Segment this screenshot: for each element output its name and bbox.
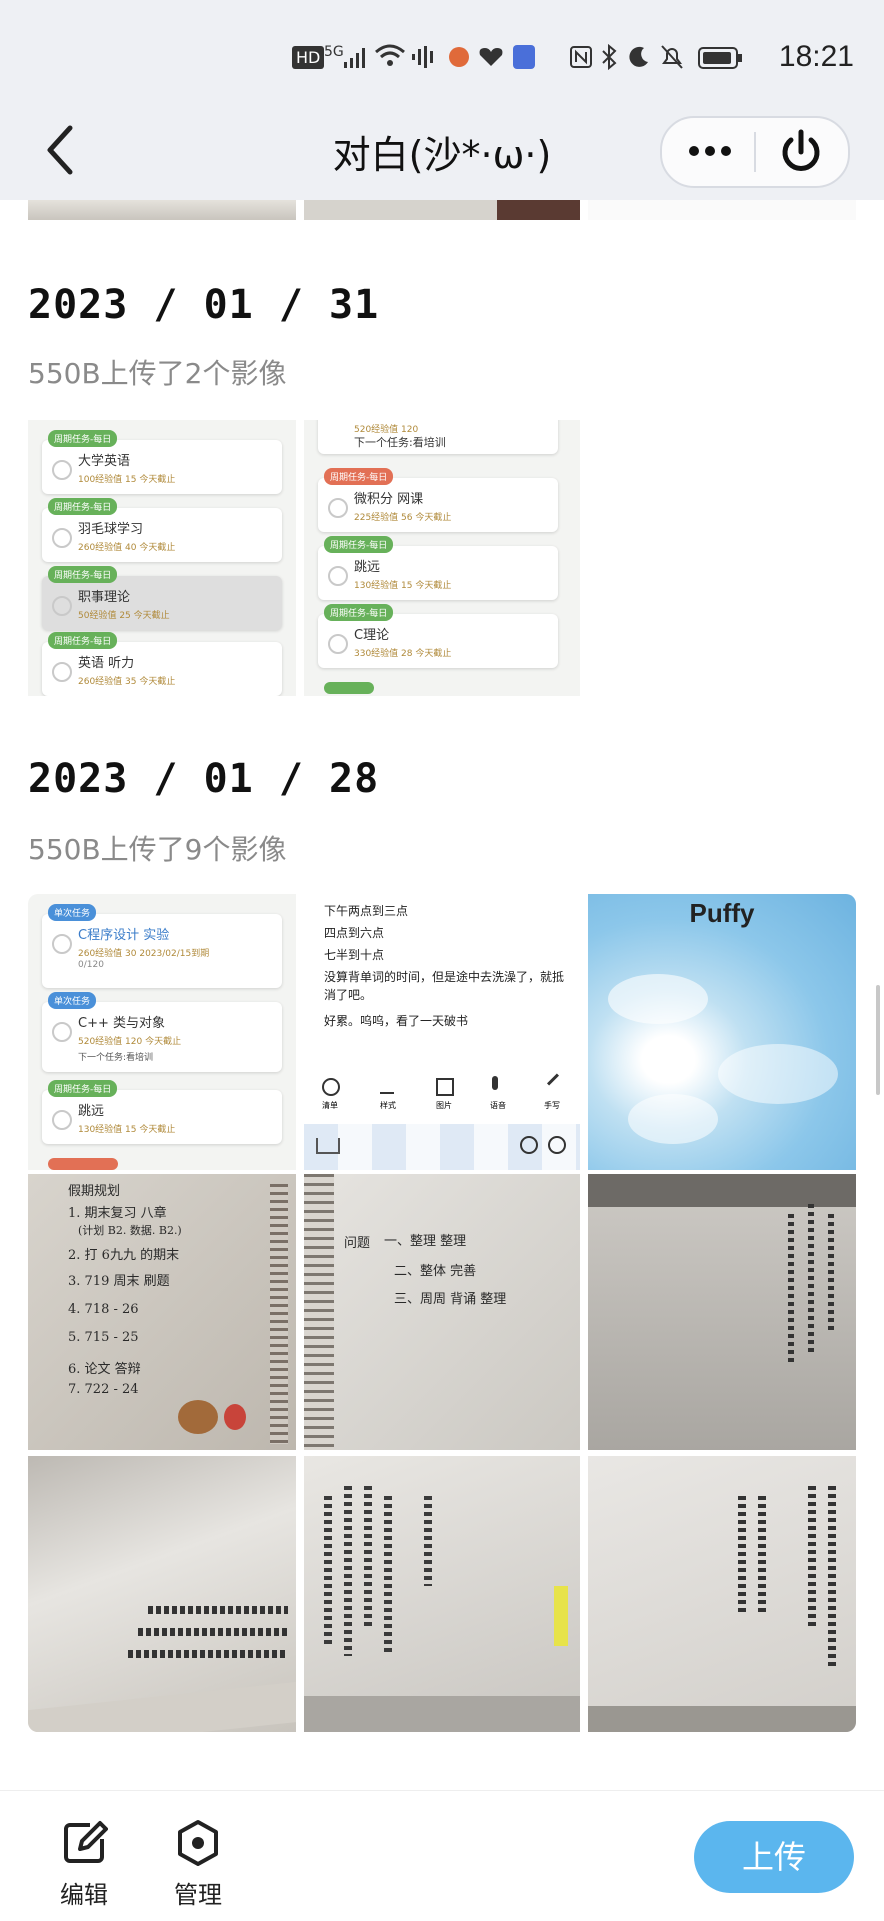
nfc-icon xyxy=(570,46,592,68)
task-card: 周期任务-每日 微积分 网课 225经验值 56 今天截止 xyxy=(318,468,558,532)
do-not-disturb-moon-icon xyxy=(629,46,648,67)
section-date: 2023 / 01 / 31 xyxy=(28,282,380,328)
photo-thumbnail[interactable] xyxy=(28,200,296,220)
puffy-title: Puffy xyxy=(689,898,755,928)
task-card: 周期任务-每日 大学英语 100经验值 15 今天截止 xyxy=(42,430,282,494)
status-bar: HD 5G 18:21 xyxy=(0,0,884,100)
edit-label: 编辑 xyxy=(60,1881,108,1909)
wifi-icon xyxy=(375,44,405,66)
audio-waves-icon xyxy=(412,46,433,68)
sticker-app-icon xyxy=(513,45,535,69)
muted-bell-icon xyxy=(661,45,683,69)
app-notification-icon xyxy=(449,47,469,67)
upload-button[interactable]: 上传 xyxy=(694,1821,854,1893)
next-tag xyxy=(324,682,374,694)
edit-icon xyxy=(64,1821,108,1863)
photo-thumbnail[interactable]: 周期任务-每日 大学英语 100经验值 15 今天截止 周期任务-每日 羽毛球学… xyxy=(28,420,296,696)
section-date: 2023 / 01 / 28 xyxy=(28,756,380,802)
task-card: 单次任务 C++ 类与对象 520经验值 120 今天截止 下一个任务:看培训 xyxy=(42,992,282,1072)
signal-icon xyxy=(344,48,365,68)
photo-thumbnail[interactable]: 520经验值 120 下一个任务:看培训 周期任务-每日 微积分 网课 225经… xyxy=(304,420,580,696)
manage-button[interactable]: 管理 xyxy=(158,1819,238,1910)
photo-thumbnail[interactable] xyxy=(588,1174,856,1450)
upload-summary: 550B上传了9个影像 xyxy=(28,833,287,866)
notes-keyboard-strip xyxy=(304,1124,580,1170)
task-card: 周期任务-每日 跳远 130经验值 15 今天截止 xyxy=(42,1080,282,1144)
upload-summary: 550B上传了2个影像 xyxy=(28,357,287,390)
clock: 18:21 xyxy=(778,40,854,73)
edit-button[interactable]: 编辑 xyxy=(44,1819,124,1910)
network-type: 5G xyxy=(324,44,344,60)
manage-label: 管理 xyxy=(174,1881,222,1909)
photo-timeline[interactable]: 2023 / 01 / 31 550B上传了2个影像 周期任务-每日 大学英语 … xyxy=(0,200,884,1790)
photo-thumbnail[interactable] xyxy=(588,200,856,220)
photo-thumbnail[interactable] xyxy=(304,1456,580,1732)
manage-icon xyxy=(178,1820,218,1866)
more-options-icon[interactable] xyxy=(680,128,740,174)
photo-thumbnail[interactable]: 单次任务 C程序设计 实验 260经验值 30 2023/02/15到期 0/1… xyxy=(28,894,296,1170)
heart-notification-icon xyxy=(479,48,503,66)
photo-thumbnail[interactable]: 假期规划 1. 期末复习 八章 (计划 B2. 数据. B2.) 2. 打 6九… xyxy=(28,1174,296,1450)
navigation-bar: 对白(沙*·ω·) xyxy=(0,100,884,200)
photo-thumbnail[interactable]: 下午两点到三点 四点到六点 七半到十点 没算背单词的时间，但是途中去洗澡了，就抵… xyxy=(304,894,580,1170)
photo-thumbnail[interactable]: Puffy xyxy=(588,894,856,1170)
photo-thumbnail[interactable] xyxy=(588,1456,856,1732)
capsule-divider xyxy=(754,132,756,172)
task-card: 周期任务-每日 英语 听力 260经验值 35 今天截止 xyxy=(42,632,282,696)
power-close-icon[interactable] xyxy=(774,126,828,178)
photo-thumbnail[interactable] xyxy=(304,200,580,220)
photo-thumbnail[interactable] xyxy=(28,1456,296,1732)
scrollbar[interactable] xyxy=(876,985,880,1095)
task-card: 单次任务 C程序设计 实验 260经验值 30 2023/02/15到期 0/1… xyxy=(42,904,282,988)
hd-indicator: HD xyxy=(292,46,325,69)
task-card: 周期任务-每日 羽毛球学习 260经验值 40 今天截止 xyxy=(42,498,282,562)
miniprogram-capsule xyxy=(660,116,850,188)
photo-thumbnail[interactable]: 一、整理 整理 二、整体 完善 三、周周 背诵 整理 问题 xyxy=(304,1174,580,1450)
task-card: 周期任务-每日 跳远 130经验值 15 今天截止 xyxy=(318,536,558,600)
notes-toolbar: 清单 样式 图片 语音 手写 xyxy=(304,1072,580,1118)
task-card: 520经验值 120 下一个任务:看培训 xyxy=(318,420,558,454)
task-card: 周期任务-每日 职事理论 50经验值 25 今天截止 xyxy=(42,566,282,630)
battery-icon xyxy=(698,47,742,69)
task-card: 周期任务-每日 C理论 330经验值 28 今天截止 xyxy=(318,604,558,668)
bluetooth-icon xyxy=(602,44,617,70)
next-tag xyxy=(48,1158,118,1170)
bottom-toolbar: 编辑 管理 上传 xyxy=(0,1790,884,1921)
